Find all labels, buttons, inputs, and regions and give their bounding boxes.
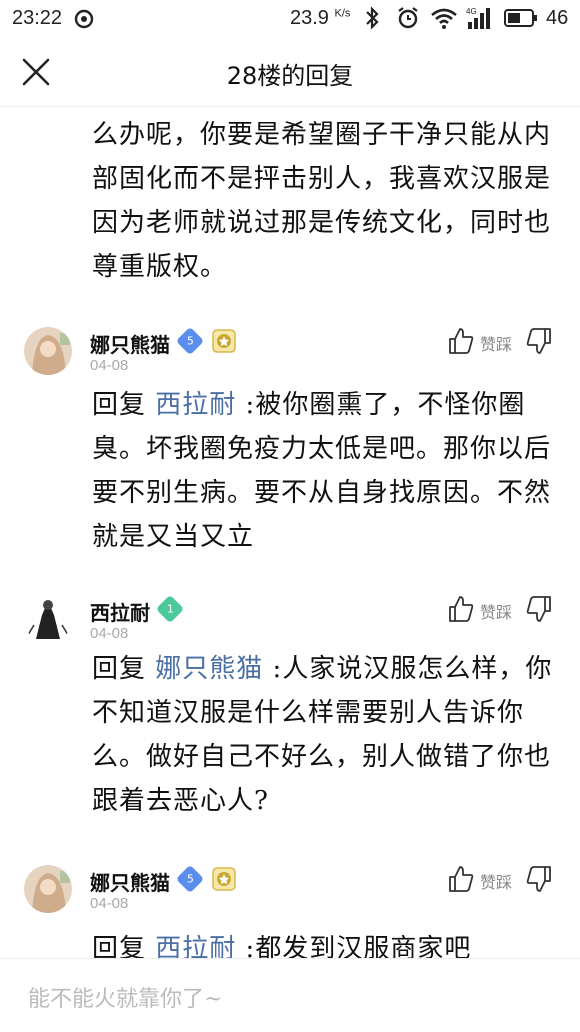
vote-controls: 赞踩 xyxy=(448,595,552,625)
level-badge-number: 1 xyxy=(166,602,174,615)
page-title: 28楼的回复 xyxy=(226,62,354,90)
vote-label: 赞踩 xyxy=(480,335,513,354)
thumbs-down-icon[interactable] xyxy=(526,327,552,355)
comment-date: 04-08 xyxy=(90,895,129,912)
battery-icon xyxy=(504,9,537,27)
reply-input-bar: 能不能火就靠你了~ xyxy=(0,958,580,1032)
title-bar: 28楼的回复 xyxy=(0,38,580,107)
reply-prefix: 回复 xyxy=(92,390,147,420)
net-speed: 23.9 K/s xyxy=(290,7,350,30)
status-bar: 23:22 23.9 K/s 4G 46 xyxy=(0,0,580,38)
wifi-icon xyxy=(431,8,457,29)
reply-target-link[interactable]: 西拉耐 xyxy=(155,390,236,420)
username[interactable]: 娜只熊猫 xyxy=(90,329,170,358)
signal-icon: 4G xyxy=(466,7,490,29)
alarm-icon xyxy=(398,7,418,29)
medal-icon xyxy=(212,867,236,891)
medal-icon xyxy=(212,329,236,353)
username[interactable]: 娜只熊猫 xyxy=(90,867,170,896)
avatar-image-icon xyxy=(24,327,72,375)
thumbs-down-icon[interactable] xyxy=(526,595,552,623)
level-badge-number: 5 xyxy=(186,872,194,885)
thumbs-up-icon[interactable] xyxy=(448,595,474,623)
signal-type-label: 4G xyxy=(466,7,477,16)
vote-controls: 赞踩 xyxy=(448,327,552,357)
bluetooth-icon xyxy=(366,6,379,30)
reply-target-link[interactable]: 娜只熊猫 xyxy=(155,654,263,684)
avatar[interactable] xyxy=(24,327,72,375)
vote-label: 赞踩 xyxy=(480,873,513,892)
level-badge: 1 xyxy=(155,594,185,624)
post-text: 么办呢，你要是希望圈子干净只能从内部固化而不是抨击别人，我喜欢汉服是因为老师就说… xyxy=(92,120,552,282)
level-badge-number: 5 xyxy=(186,334,194,347)
avatar[interactable] xyxy=(24,595,72,643)
avatar-image-icon xyxy=(24,595,72,643)
vote-label: 赞踩 xyxy=(480,603,513,622)
comment-text: 回复 西拉耐 :被你圈熏了，不怪你圈臭。坏我圈免疫力太低是吧。那你以后要不别生病… xyxy=(92,383,562,559)
comment-date: 04-08 xyxy=(90,357,129,374)
status-time: 23:22 xyxy=(12,7,63,29)
level-badge: 5 xyxy=(175,326,205,356)
username[interactable]: 西拉耐 xyxy=(90,597,150,626)
reply-prefix: 回复 xyxy=(92,654,147,684)
thumbs-up-icon[interactable] xyxy=(448,865,474,893)
thumbs-down-icon[interactable] xyxy=(526,865,552,893)
thumbs-up-icon[interactable] xyxy=(448,327,474,355)
net-speed-value: 23.9 xyxy=(290,7,329,29)
avatar-image-icon xyxy=(24,865,72,913)
comment-text: 回复 娜只熊猫 :人家说汉服怎么样，你不知道汉服是什么样需要别人告诉你么。做好自… xyxy=(92,647,562,823)
vote-controls: 赞踩 xyxy=(448,865,552,895)
avatar[interactable] xyxy=(24,865,72,913)
battery-level: 46 xyxy=(546,7,569,29)
level-badge: 5 xyxy=(175,864,205,894)
weibo-icon xyxy=(74,9,94,29)
comment-date: 04-08 xyxy=(90,625,129,642)
net-speed-unit: K/s xyxy=(334,7,351,20)
reply-input[interactable]: 能不能火就靠你了~ xyxy=(28,981,222,1013)
